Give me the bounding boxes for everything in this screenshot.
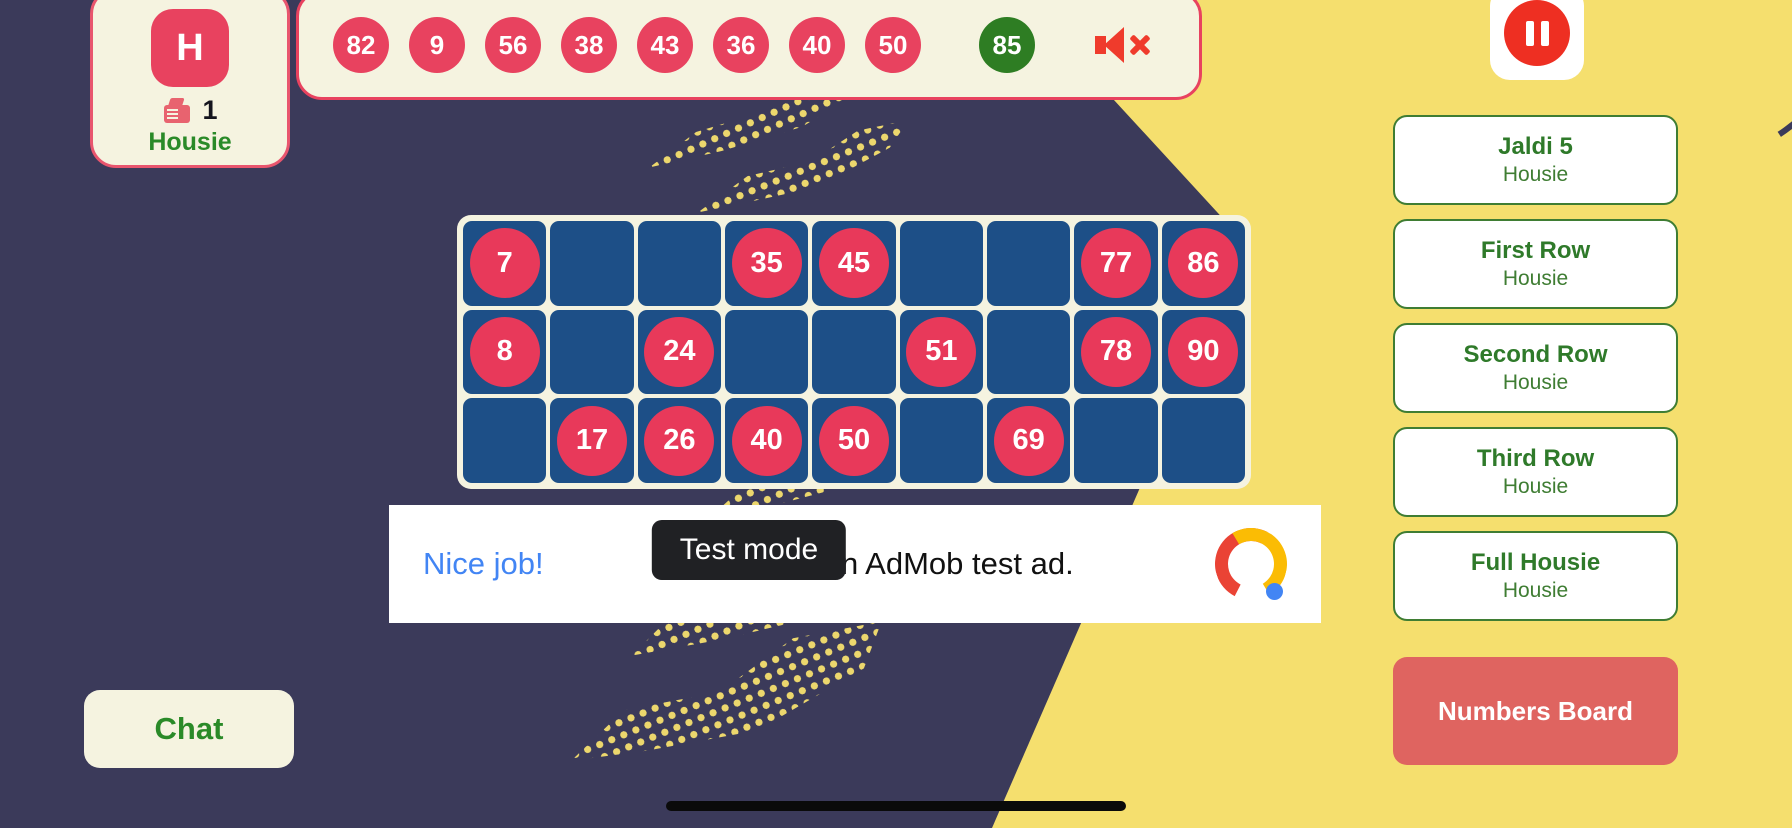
numbers-board-button[interactable]: Numbers Board [1393,657,1678,765]
ticket-number: 8 [469,316,540,387]
ticket-count: 1 [202,95,218,125]
ticket-number: 45 [818,228,889,299]
ticket-number: 17 [556,405,627,476]
ticket-cell[interactable] [1074,398,1158,483]
called-ball: 38 [561,17,617,73]
ticket-icon [162,97,192,124]
ticket-cell[interactable]: 24 [637,309,721,395]
ad-cta-text: Nice job! [423,546,544,581]
prize-subtitle: Housie [1502,579,1569,602]
pause-icon [1504,0,1570,66]
called-ball: 9 [409,17,465,73]
called-ball: 40 [789,17,845,73]
called-ball: 36 [713,17,769,73]
ad-banner[interactable]: Nice job! This is an AdMob test ad. [389,505,1321,623]
ticket-cell[interactable] [463,398,547,483]
called-numbers-strip: 82 9 56 38 43 36 40 50 85 [296,0,1202,100]
prize-subtitle: Housie [1502,371,1569,394]
ticket-cell[interactable]: 35 [725,221,809,306]
prize-rail: Jaldi 5 Housie First Row Housie Second R… [1393,115,1678,765]
player-ticket-card[interactable]: H 1 Housie [90,0,290,168]
ticket-number: 90 [1168,316,1239,387]
current-ball: 85 [979,17,1035,73]
ticket-number: 24 [644,316,715,387]
ticket-number: 78 [1080,316,1151,387]
prize-subtitle: Housie [1502,267,1569,290]
prize-name: Third Row [1476,445,1595,472]
ticket-cell[interactable] [550,309,634,395]
mute-toggle-button[interactable] [1095,27,1151,63]
home-indicator[interactable] [666,801,1126,811]
ticket-cell[interactable] [987,221,1071,306]
ticket-cell[interactable]: 45 [812,221,896,306]
prize-item-full-housie[interactable]: Full Housie Housie [1393,531,1678,621]
prize-item-third-row[interactable]: Third Row Housie [1393,427,1678,517]
prize-item-jaldi-5[interactable]: Jaldi 5 Housie [1393,115,1678,205]
ticket-cell[interactable]: 26 [637,398,721,483]
game-screen: H 1 Housie 82 9 56 38 43 36 40 50 85 7 3… [0,0,1792,828]
ticket-number: 86 [1168,228,1239,299]
test-mode-tooltip: Test mode [651,520,847,580]
game-name: Housie [148,128,232,156]
ticket-cell[interactable] [725,309,809,395]
ticket-number: 77 [1080,228,1151,299]
ticket-cell[interactable]: 86 [1161,221,1245,306]
chat-button[interactable]: Chat [84,690,294,768]
ticket-number: 40 [731,405,802,476]
ticket-number: 69 [993,405,1064,476]
ticket-cell[interactable]: 50 [812,398,896,483]
ticket-cell[interactable]: 51 [899,309,983,395]
ticket-number: 35 [731,228,802,299]
ticket-cell[interactable] [637,221,721,306]
ticket-cell[interactable]: 90 [1161,309,1245,395]
prize-name: Second Row [1463,341,1608,368]
prize-item-first-row[interactable]: First Row Housie [1393,219,1678,309]
ticket-cell[interactable]: 17 [550,398,634,483]
called-ball: 43 [637,17,693,73]
avatar: H [151,9,229,87]
ticket-cell[interactable] [899,398,983,483]
pause-button[interactable] [1490,0,1584,80]
ticket-cell[interactable]: 69 [987,398,1071,483]
prize-subtitle: Housie [1502,475,1569,498]
ticket-cell[interactable]: 78 [1074,309,1158,395]
ticket-cell[interactable]: 7 [463,221,547,306]
admob-logo [1205,518,1297,610]
prize-item-second-row[interactable]: Second Row Housie [1393,323,1678,413]
ticket-cell[interactable]: 77 [1074,221,1158,306]
ticket-cell[interactable] [899,221,983,306]
ticket-count-row: 1 [162,95,218,126]
mute-cross-icon [1127,33,1151,57]
called-ball: 56 [485,17,541,73]
called-ball: 50 [865,17,921,73]
ticket-number: 7 [469,228,540,299]
ticket-number: 50 [818,405,889,476]
prize-subtitle: Housie [1502,163,1569,186]
prize-name: Jaldi 5 [1498,133,1573,160]
ticket-cell[interactable] [987,309,1071,395]
ticket-number: 26 [644,405,715,476]
called-ball: 82 [333,17,389,73]
prize-name: First Row [1480,237,1591,264]
housie-ticket-grid[interactable]: 7 35 45 77 86 8 24 51 78 90 17 26 40 50 … [457,215,1251,489]
ticket-cell[interactable]: 8 [463,309,547,395]
ticket-cell[interactable] [812,309,896,395]
prize-name: Full Housie [1470,549,1601,576]
ticket-cell[interactable]: 40 [725,398,809,483]
ticket-number: 51 [906,316,977,387]
ticket-cell[interactable] [550,221,634,306]
ticket-cell[interactable] [1161,398,1245,483]
